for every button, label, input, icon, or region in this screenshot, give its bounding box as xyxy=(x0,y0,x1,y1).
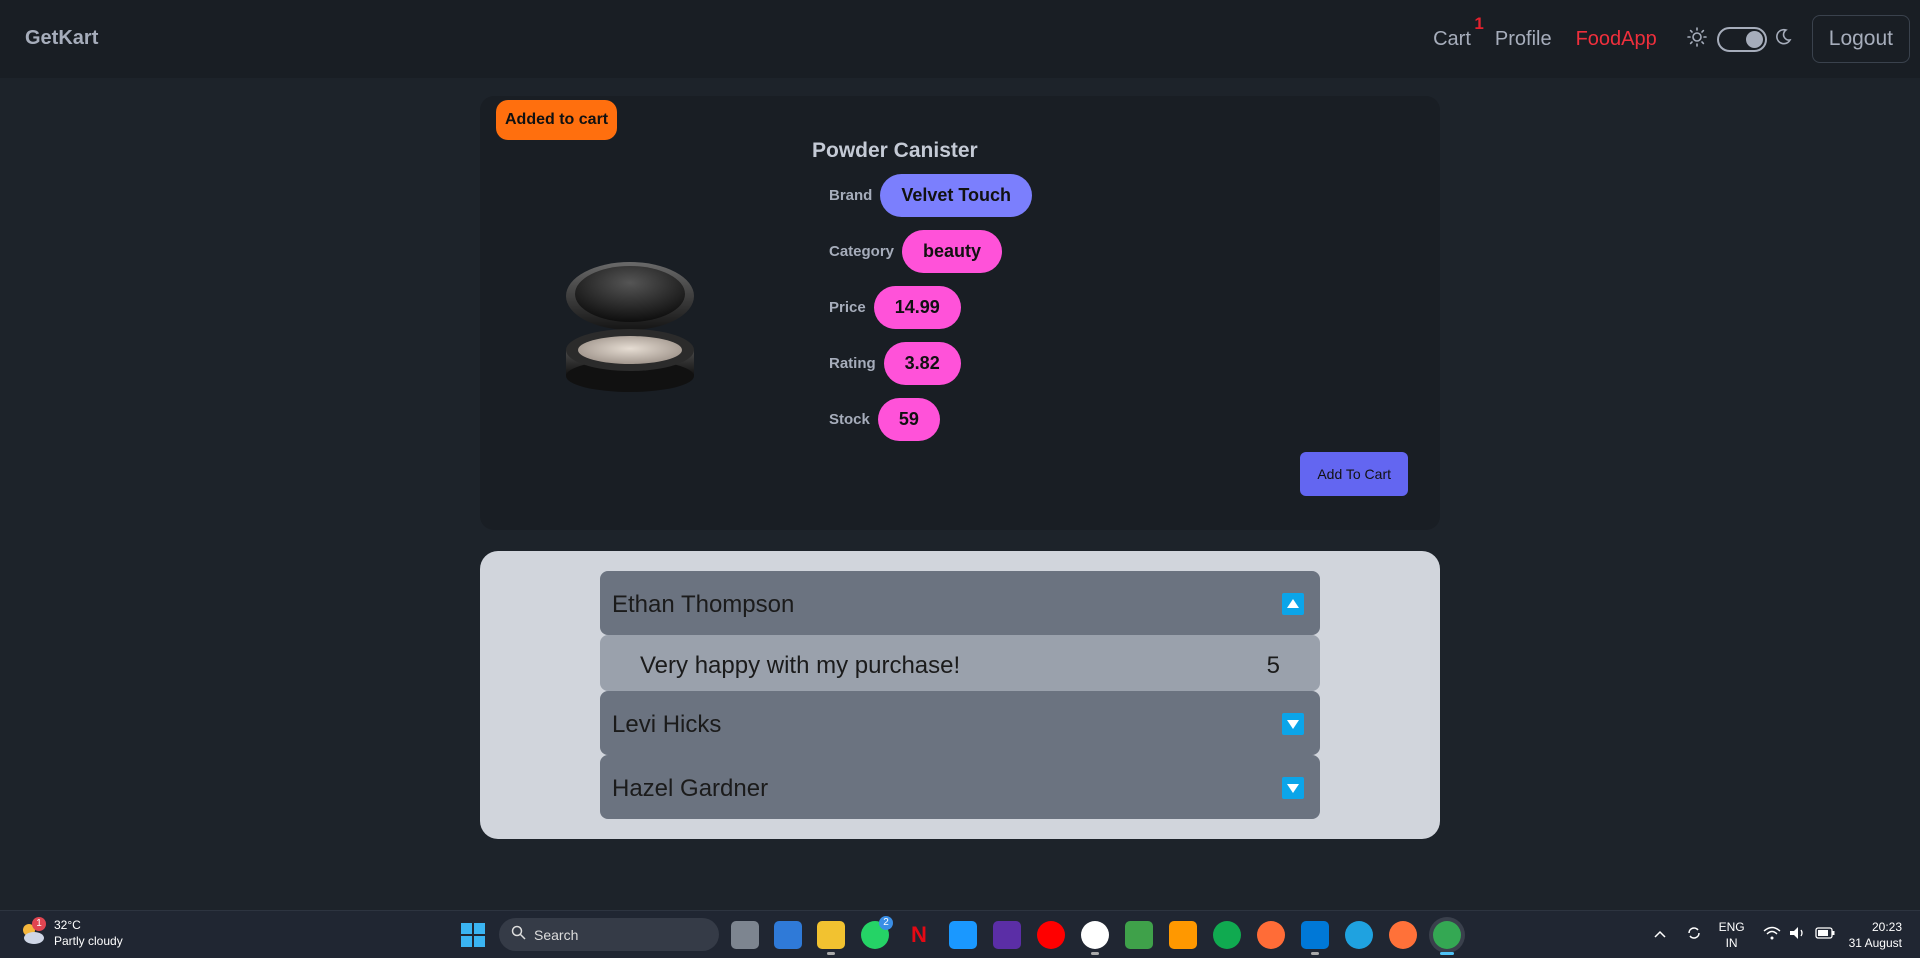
product-card: Added to cart Powder Canister Brand Velv… xyxy=(480,96,1440,530)
weather-temp: 32°C xyxy=(54,918,81,932)
battery-icon[interactable] xyxy=(1814,926,1835,944)
sync-icon[interactable] xyxy=(1685,924,1703,947)
running-indicator xyxy=(827,952,835,955)
navbar: GetKart Cart 1 Profile FoodApp Logout xyxy=(0,0,1920,78)
reviewer-name: Levi Hicks xyxy=(612,711,722,738)
whatsapp-icon[interactable]: 2 xyxy=(861,916,893,949)
brand-label: Brand xyxy=(829,187,873,204)
toggle-knob xyxy=(1745,30,1763,48)
weather-badge: 1 xyxy=(32,917,46,931)
firefox-icon[interactable] xyxy=(1389,921,1417,949)
product-image xyxy=(560,254,700,402)
rating-row: Rating 3.82 xyxy=(829,342,961,385)
postman-icon[interactable] xyxy=(1257,921,1285,949)
notepad-icon[interactable] xyxy=(1125,921,1153,949)
file-explorer-icon[interactable] xyxy=(817,921,845,955)
review-body: Very happy with my purchase! 5 xyxy=(600,635,1320,691)
github-icon[interactable] xyxy=(1081,921,1109,955)
search-icon xyxy=(511,925,526,945)
review-rating: 5 xyxy=(1266,652,1280,679)
product-title: Powder Canister xyxy=(812,139,978,162)
netflix-icon[interactable]: N xyxy=(905,921,933,949)
language-code: ENG xyxy=(1718,920,1745,934)
windows-start-icon[interactable] xyxy=(461,923,485,952)
system-tray: ENG IN 20:23 31 August xyxy=(1653,911,1920,958)
review-comment: Very happy with my purchase! xyxy=(640,652,961,679)
profile-link[interactable]: Profile xyxy=(1495,28,1552,51)
amazon-music-icon[interactable] xyxy=(993,921,1021,949)
task-view-icon[interactable] xyxy=(731,921,759,949)
reviewer-name: Hazel Gardner xyxy=(612,775,769,802)
stock-row: Stock 59 xyxy=(829,398,940,441)
search-placeholder: Search xyxy=(534,926,579,943)
category-badge: beauty xyxy=(902,230,1003,273)
volume-icon[interactable] xyxy=(1789,926,1807,945)
language-region: IN xyxy=(1725,936,1738,950)
stock-badge: 59 xyxy=(877,398,940,441)
added-to-cart-toast: Added to cart xyxy=(496,100,618,140)
sun-icon xyxy=(1686,26,1707,52)
collapse-arrow-icon[interactable] xyxy=(1282,593,1304,615)
category-row: Category beauty xyxy=(829,230,1003,273)
active-indicator xyxy=(1440,952,1454,955)
logout-button[interactable]: Logout xyxy=(1811,15,1910,63)
sublime-text-icon[interactable] xyxy=(1169,921,1197,949)
language-indicator[interactable]: ENG IN xyxy=(1719,919,1745,951)
cart-count-badge: 1 xyxy=(1474,13,1484,33)
brand-logo[interactable]: GetKart xyxy=(25,27,98,50)
clock-time: 20:23 xyxy=(1871,920,1902,934)
price-label: Price xyxy=(829,299,866,316)
review-header-levi-hicks[interactable]: Levi Hicks xyxy=(600,691,1320,755)
price-badge: 14.99 xyxy=(873,286,961,329)
taskbar: 1 32°C Partly cloudy Search 2 N ENG IN 2… xyxy=(0,910,1920,958)
brand-badge: Velvet Touch xyxy=(880,174,1033,217)
microsoft-store-icon[interactable] xyxy=(774,921,802,949)
cart-label: Cart xyxy=(1433,27,1471,50)
edge-icon[interactable] xyxy=(1345,921,1373,949)
stock-label: Stock xyxy=(829,411,870,428)
wifi-icon[interactable] xyxy=(1763,926,1781,945)
brand-row: Brand Velvet Touch xyxy=(829,174,1033,217)
review-header-hazel-gardner[interactable]: Hazel Gardner xyxy=(600,755,1320,819)
theme-toggle[interactable] xyxy=(1716,26,1767,52)
youtube-music-icon[interactable] xyxy=(1037,921,1065,949)
foodapp-link[interactable]: FoodApp xyxy=(1576,28,1657,51)
weather-text: 32°C Partly cloudy xyxy=(54,917,123,949)
add-to-cart-button[interactable]: Add To Cart xyxy=(1300,452,1408,496)
running-indicator xyxy=(1091,952,1099,955)
clock[interactable]: 20:23 31 August xyxy=(1849,919,1902,951)
reviewer-name: Ethan Thompson xyxy=(612,591,795,618)
price-row: Price 14.99 xyxy=(829,286,961,329)
taskbar-search[interactable]: Search xyxy=(499,918,719,951)
nav-right: Cart 1 Profile FoodApp Logout xyxy=(1433,0,1910,78)
prime-video-icon[interactable] xyxy=(949,921,977,949)
running-indicator xyxy=(1311,952,1319,955)
partly-cloudy-icon: 1 xyxy=(18,917,46,947)
vscode-icon[interactable] xyxy=(1301,921,1329,955)
expand-arrow-icon[interactable] xyxy=(1282,713,1304,735)
theme-control xyxy=(1686,26,1792,52)
chevron-up-icon[interactable] xyxy=(1653,926,1667,944)
moon-icon xyxy=(1774,28,1792,51)
cart-link[interactable]: Cart 1 xyxy=(1433,14,1484,51)
reviews-panel: Ethan Thompson Very happy with my purcha… xyxy=(480,551,1440,839)
rating-label: Rating xyxy=(829,355,876,372)
expand-arrow-icon[interactable] xyxy=(1282,777,1304,799)
category-label: Category xyxy=(829,243,895,260)
whatsapp-badge: 2 xyxy=(879,916,893,930)
clock-date: 31 August xyxy=(1848,936,1902,950)
weather-widget[interactable]: 1 32°C Partly cloudy xyxy=(18,917,123,949)
mongodb-compass-icon[interactable] xyxy=(1213,921,1241,949)
chrome-icon[interactable] xyxy=(1433,921,1461,955)
weather-desc: Partly cloudy xyxy=(54,934,123,948)
review-header-ethan-thompson[interactable]: Ethan Thompson xyxy=(600,571,1320,635)
rating-badge: 3.82 xyxy=(883,342,961,385)
